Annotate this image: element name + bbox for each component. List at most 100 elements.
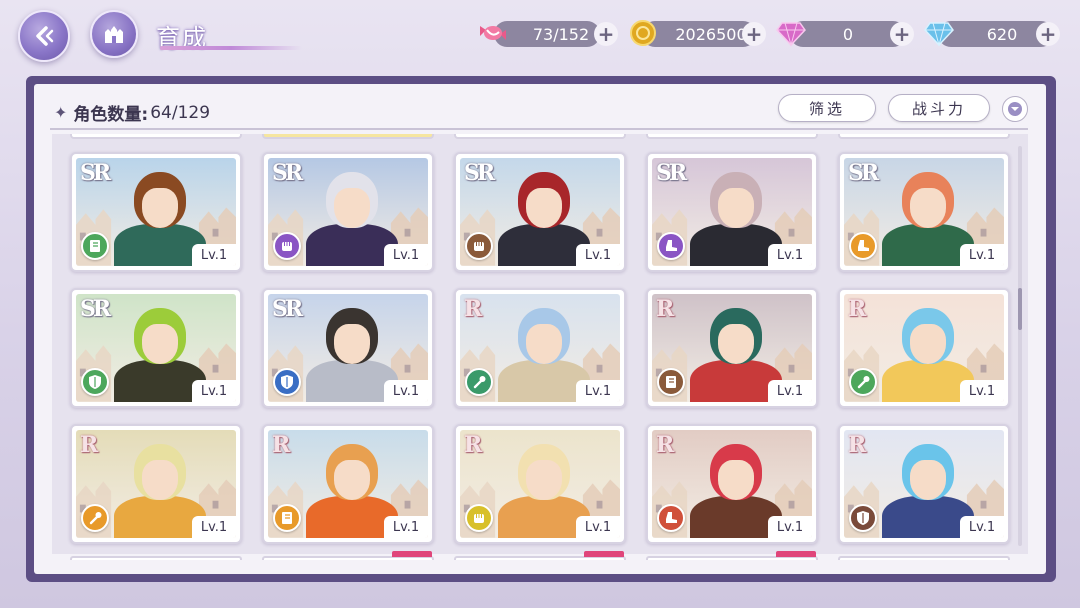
level-badge: Lv.1 [768,380,812,402]
orange-wand-icon [81,504,109,532]
character-card[interactable]: SR Lv.1 [262,288,434,408]
level-badge: Lv.1 [960,380,1004,402]
level-badge: Lv.1 [192,244,236,266]
character-card[interactable]: R Lv.1 [838,424,1010,544]
panel-divider [50,128,1028,130]
rarity-badge: R [656,432,674,458]
rarity-badge: R [464,296,482,322]
level-badge: Lv.1 [576,516,620,538]
blue-shield-icon [273,368,301,396]
character-face [718,324,754,364]
add-candy-button[interactable]: + [594,22,618,46]
character-face [526,460,562,500]
filter-button[interactable]: 筛选 [778,94,876,122]
green-wand-icon [849,368,877,396]
character-face [910,460,946,500]
new-tag-marker [584,551,624,557]
character-face [142,188,178,228]
rarity-badge: SR [80,160,111,186]
red-boot-icon [657,504,685,532]
new-tag-marker [392,551,432,557]
resource-candy-value: 73/152 [532,24,590,44]
character-card[interactable]: SR Lv.1 [454,152,626,272]
orange-book-icon [273,504,301,532]
character-portrait: R Lv.1 [460,430,620,538]
sort-order-toggle[interactable] [1002,96,1028,122]
character-face [334,324,370,364]
character-face [142,324,178,364]
card-peek-top [262,134,434,139]
sort-button-label: 战斗力 [911,99,966,118]
card-peek-top [646,134,818,139]
card-peek-top [454,134,626,139]
new-tag-marker [776,551,816,557]
title-decoration [160,46,302,50]
character-face [526,188,562,228]
home-button[interactable] [90,10,138,58]
scrollbar-track[interactable] [1018,146,1022,546]
rarity-badge: SR [80,296,111,322]
character-card[interactable]: SR Lv.1 [262,152,434,272]
character-card[interactable]: R Lv.1 [454,288,626,408]
level-badge: Lv.1 [384,380,428,402]
character-card[interactable]: R Lv.1 [454,424,626,544]
resource-blue-diamond-value: 620 [986,24,1018,44]
character-portrait: SR Lv.1 [268,158,428,266]
level-badge: Lv.1 [768,516,812,538]
level-badge: Lv.1 [192,380,236,402]
filter-button-label: 筛选 [808,99,845,118]
sort-button[interactable]: 战斗力 [888,94,990,122]
purple-boot-icon [657,232,685,260]
character-card[interactable]: SR Lv.1 [838,152,1010,272]
rarity-badge: R [656,296,674,322]
rarity-badge: R [80,432,98,458]
character-card[interactable]: R Lv.1 [646,424,818,544]
card-peek-bottom [838,556,1010,560]
level-badge: Lv.1 [768,244,812,266]
add-gold-button[interactable]: + [742,22,766,46]
pink-diamond-icon [774,16,808,50]
level-badge: Lv.1 [960,516,1004,538]
character-card[interactable]: SR Lv.1 [70,152,242,272]
character-portrait: SR Lv.1 [844,158,1004,266]
gold-coin-icon [626,16,660,50]
brown-shield-icon [849,504,877,532]
character-card[interactable]: R Lv.1 [262,424,434,544]
character-portrait: R Lv.1 [844,294,1004,402]
character-portrait: R Lv.1 [76,430,236,538]
character-face [910,324,946,364]
add-blue-diamond-button[interactable]: + [1036,22,1060,46]
rarity-badge: R [848,432,866,458]
character-portrait: SR Lv.1 [76,158,236,266]
character-card[interactable]: SR Lv.1 [646,152,818,272]
character-portrait: R Lv.1 [652,294,812,402]
level-badge: Lv.1 [576,244,620,266]
sparkle-icon: ✦ [54,103,68,122]
back-button[interactable] [18,10,70,62]
purple-fist-icon [273,232,301,260]
level-badge: Lv.1 [192,516,236,538]
level-badge: Lv.1 [960,244,1004,266]
green-book-icon [81,232,109,260]
character-card[interactable]: R Lv.1 [646,288,818,408]
character-count: ✦ 角色数量: 64/129 [54,100,210,126]
character-portrait: R Lv.1 [652,430,812,538]
character-face [334,188,370,228]
character-face [142,460,178,500]
character-card[interactable]: R Lv.1 [70,424,242,544]
candy-icon [476,16,510,50]
green-shield-icon [81,368,109,396]
level-badge: Lv.1 [384,516,428,538]
character-card[interactable]: SR Lv.1 [70,288,242,408]
character-card[interactable]: R Lv.1 [838,288,1010,408]
rarity-badge: SR [272,160,303,186]
rarity-badge: R [272,432,290,458]
character-count-label: 角色数量: [73,105,149,125]
level-badge: Lv.1 [384,244,428,266]
scrollbar-thumb[interactable] [1018,288,1022,330]
chevron-down-icon [1008,102,1022,116]
resource-gold-value: 2026500 [675,24,747,44]
add-pink-diamond-button[interactable]: + [890,22,914,46]
yellow-fist-icon [465,504,493,532]
card-peek-bottom [70,556,242,560]
